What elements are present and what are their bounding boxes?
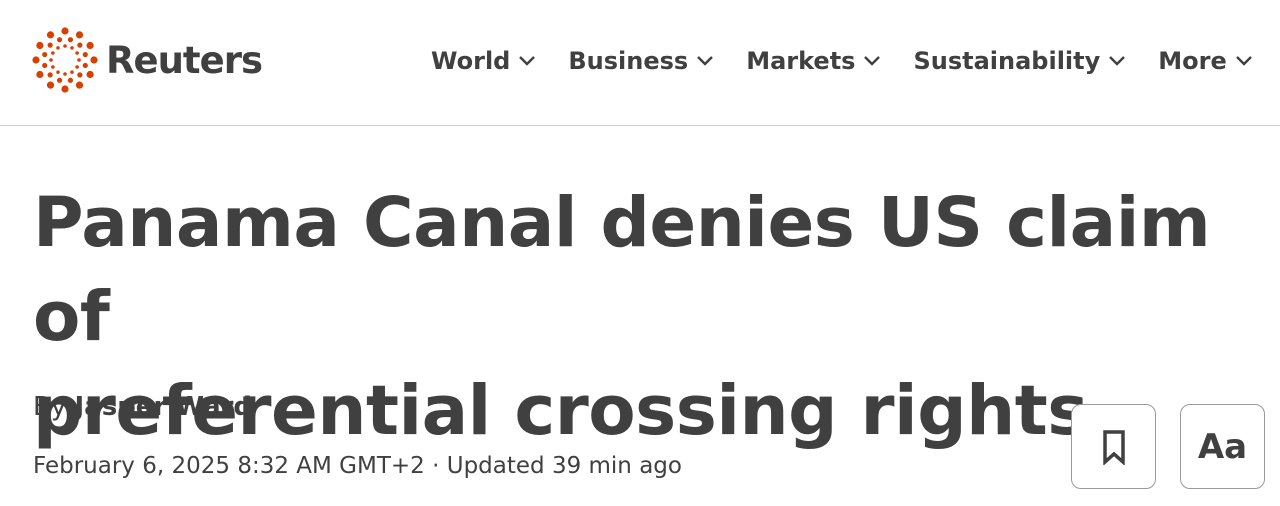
byline-prefix: By [33, 392, 75, 422]
logo-dot [75, 51, 79, 55]
bookmark-button[interactable] [1071, 404, 1156, 489]
logo-dot [75, 31, 84, 39]
chevron-down-icon [1235, 56, 1252, 66]
logo-dot [61, 85, 69, 93]
logo-dot [63, 72, 67, 76]
logo-dot [56, 77, 63, 83]
logo-dot [36, 70, 44, 79]
bookmark-icon [1102, 429, 1125, 465]
nav-item-markets[interactable]: Markets [746, 47, 881, 75]
logo-dot [61, 27, 69, 35]
logo-dot [46, 31, 55, 39]
logo-dot [86, 70, 94, 79]
logo-dot [56, 37, 63, 43]
nav-item-label: Markets [746, 47, 856, 75]
headline-line-1: Panama Canal denies US claim of [33, 183, 1211, 357]
byline: By Jasper Ward [33, 392, 252, 422]
nav-item-world[interactable]: World [431, 47, 536, 75]
logo-dot [56, 70, 60, 74]
nav-item-label: More [1158, 47, 1227, 75]
logo-dot [86, 41, 94, 50]
text-size-button[interactable]: Aa [1180, 404, 1265, 489]
reuters-dot-ring-logo-icon [32, 27, 98, 93]
logo-dot [75, 65, 79, 69]
logo-dot [67, 37, 74, 43]
nav-item-label: World [431, 47, 511, 75]
nav-item-label: Sustainability [913, 47, 1101, 75]
article-dateline: February 6, 2025 8:32 AM GMT+2 · Updated… [33, 453, 682, 479]
nav-item-label: Business [568, 47, 689, 75]
logo-dot [49, 58, 53, 62]
logo-dot [47, 72, 53, 78]
nav-item-business[interactable]: Business [568, 47, 714, 75]
logo-dot [67, 77, 74, 83]
logo-dot [77, 72, 83, 78]
logo-dot [75, 81, 84, 89]
logo-dot [51, 51, 55, 55]
logo-dot [46, 81, 55, 89]
logo-dot [77, 58, 81, 62]
chevron-down-icon [864, 56, 881, 66]
logo-dot [47, 42, 53, 48]
logo-wordmark: Reuters [106, 38, 263, 82]
chevron-down-icon [1109, 56, 1126, 66]
nav-item-more[interactable]: More [1158, 47, 1252, 75]
logo-dot [82, 62, 88, 69]
main-nav: World Business Markets Sustainability Mo… [431, 40, 1253, 82]
logo-dot [36, 41, 44, 50]
logo-dot [77, 42, 83, 48]
reuters-logo[interactable]: Reuters [32, 27, 263, 93]
nav-item-sustainability[interactable]: Sustainability [913, 47, 1126, 75]
logo-dot [63, 44, 67, 48]
logo-dot [32, 56, 40, 64]
site-header: Reuters World Business Markets Sustainab… [0, 0, 1280, 126]
logo-dot [90, 56, 98, 64]
logo-dot [56, 46, 60, 50]
logo-dot [42, 51, 48, 58]
chevron-down-icon [519, 56, 536, 66]
logo-dot [51, 65, 55, 69]
logo-dot [82, 51, 88, 58]
logo-dot [70, 46, 74, 50]
chevron-down-icon [697, 56, 714, 66]
text-size-label: Aa [1197, 426, 1248, 467]
author-link[interactable]: Jasper Ward [75, 392, 253, 422]
logo-dot [42, 62, 48, 69]
logo-dot [70, 70, 74, 74]
